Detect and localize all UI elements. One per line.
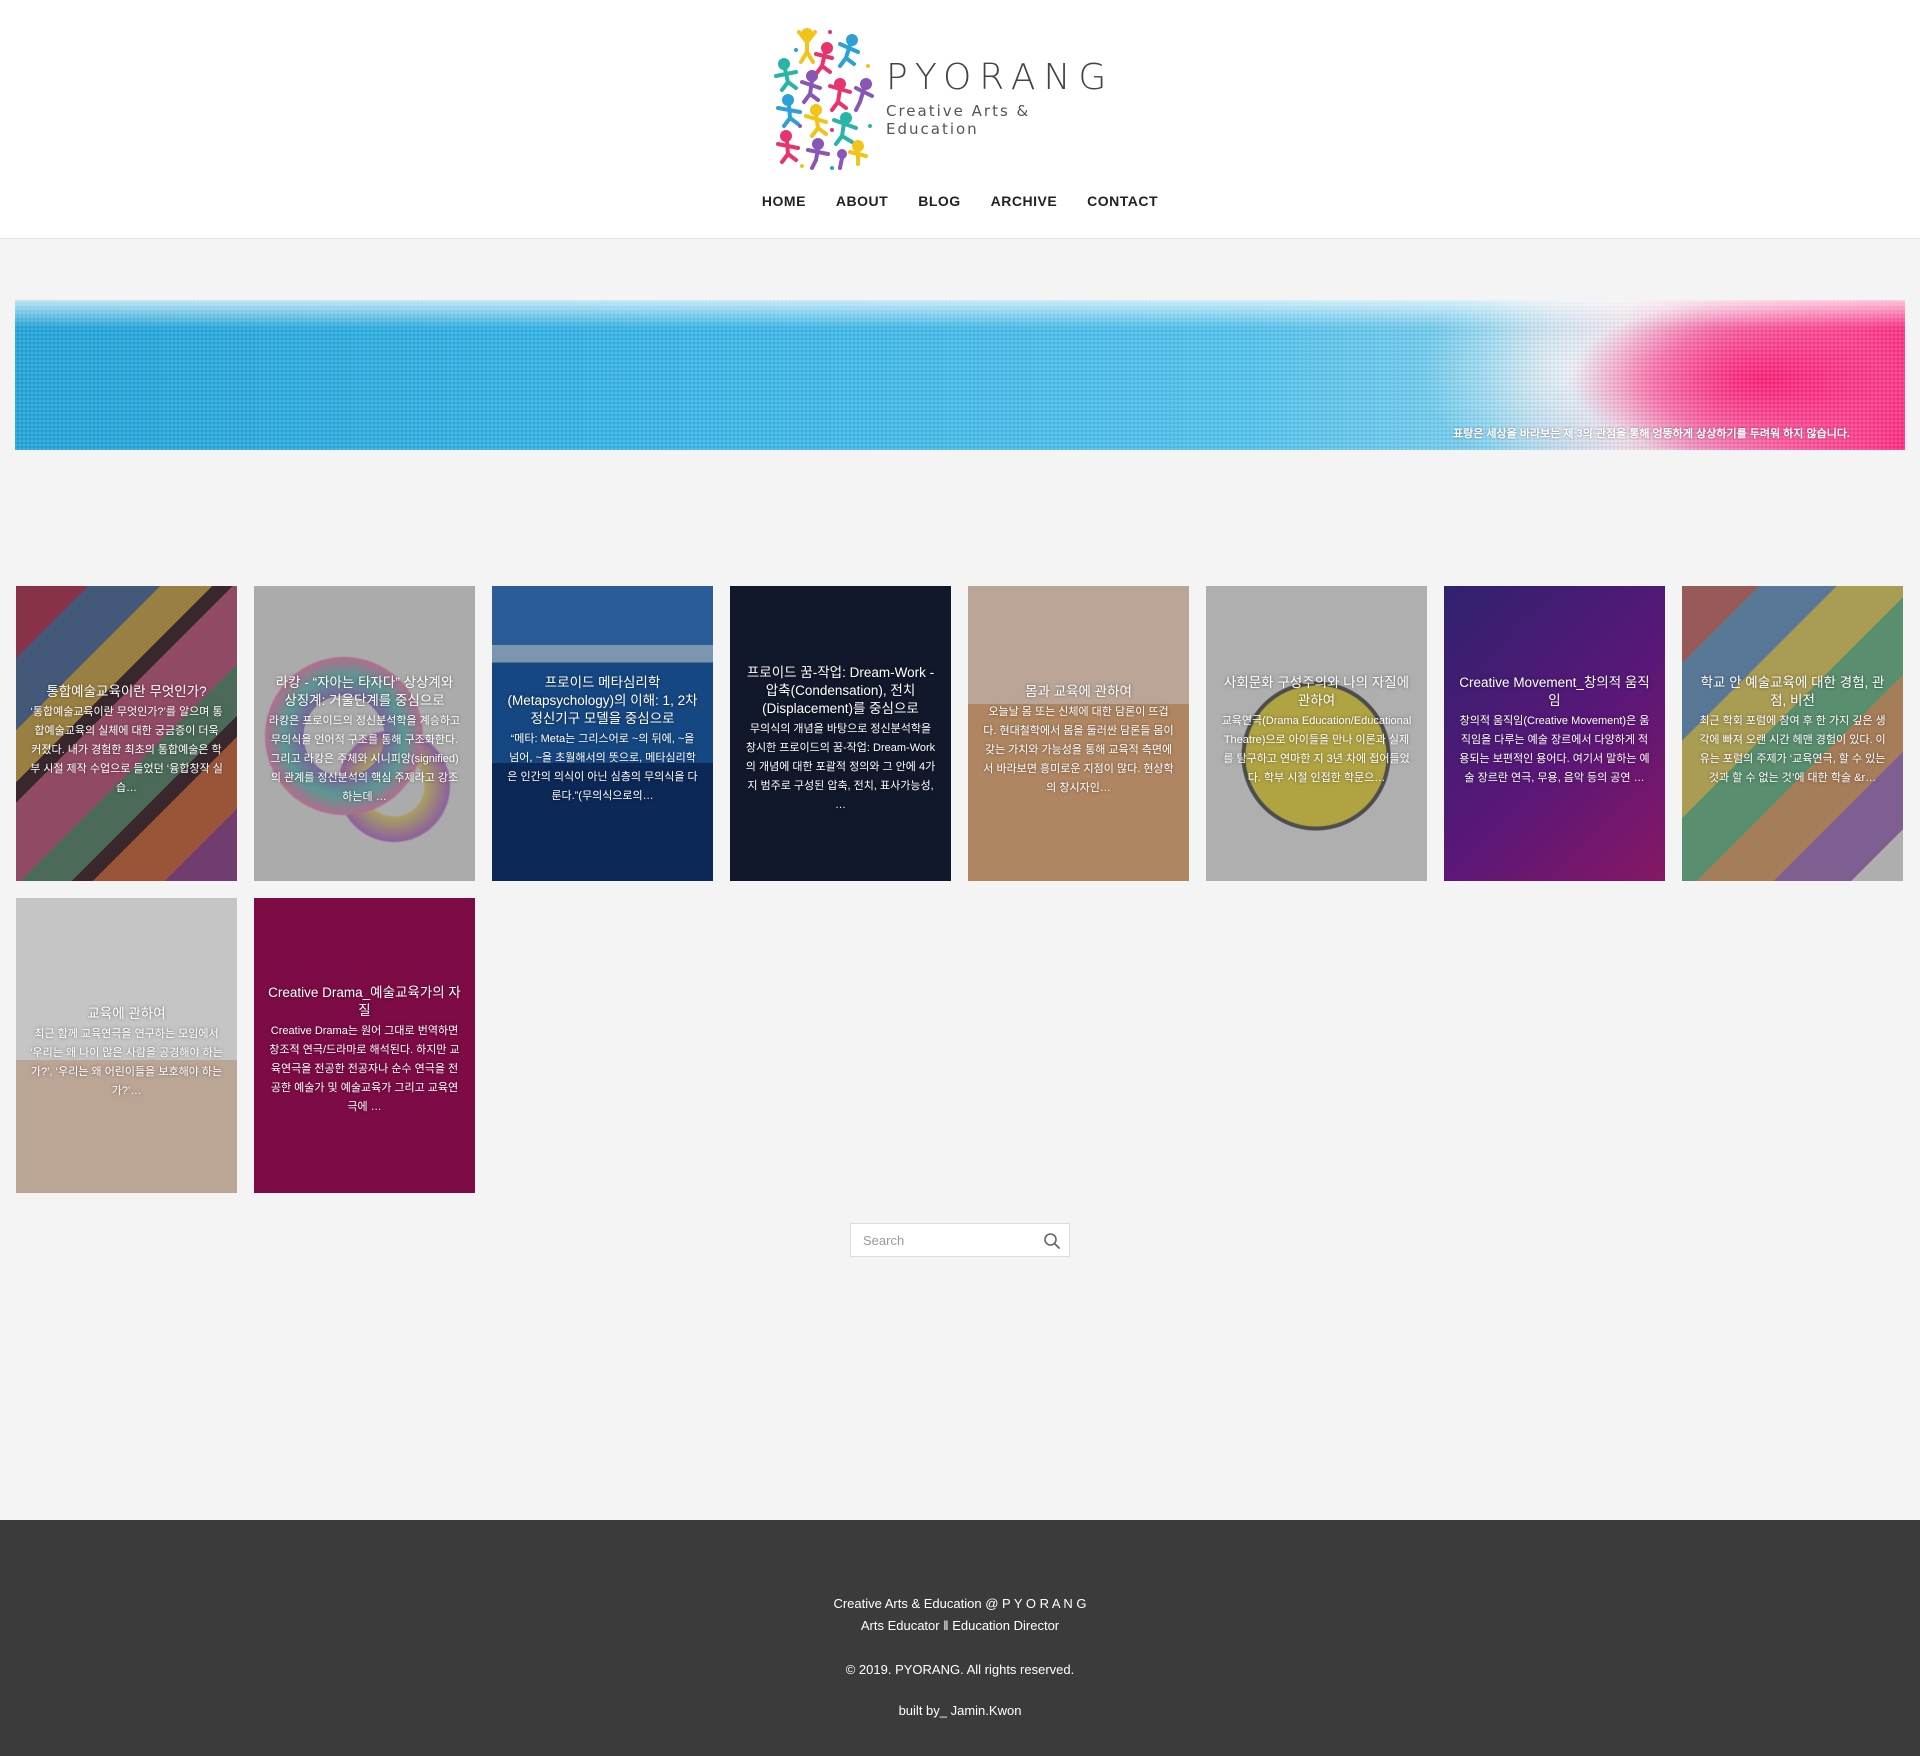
hero-banner: 표랑은 세상을 바라보는 제 3의 관점을 통해 엉뚱하게 상상하기를 두려워 …	[15, 300, 1905, 450]
post-card[interactable]: 학교 안 예술교육에 대한 경험, 관점, 비전 최근 학회 포럼에 참여 후 …	[1682, 586, 1903, 881]
footer-copyright: © 2019. PYORANG. All rights reserved.	[845, 1662, 1075, 1677]
post-card[interactable]: 사회문화 구성주의와 나의 자질에 관하여 교육연극(Drama Educati…	[1206, 586, 1427, 881]
post-text: 교육에 관하여 최근 함께 교육연극을 연구하는 모임에서 ‘우리는 왜 나이 …	[30, 1005, 223, 1101]
post-title: 통합예술교육이란 무엇인가?	[46, 684, 207, 699]
post-card[interactable]: 프로이드 꿈-작업: Dream-Work - 압축(Condensation)…	[730, 586, 951, 881]
post-text: Creative Drama_예술교육가의 자질 Creative Drama는…	[268, 984, 461, 1117]
post-card[interactable]: 프로이드 메타심리학(Metapsychology)의 이해: 1, 2차 정신…	[492, 586, 713, 881]
post-excerpt: 창의적 움직임(Creative Movement)은 움직임을 다루는 예술 …	[1459, 715, 1650, 784]
post-title: Creative Movement_창의적 움직임	[1459, 675, 1650, 708]
post-title: 프로이드 메타심리학(Metapsychology)의 이해: 1, 2차 정신…	[507, 675, 698, 726]
footer-roles: Arts Educator ‖ Education Director	[860, 1618, 1060, 1633]
footer-tagline: Creative Arts & Education @ P Y O R A N …	[833, 1596, 1087, 1611]
post-title: 학교 안 예술교육에 대한 경험, 관점, 비전	[1700, 675, 1885, 708]
post-text: Creative Movement_창의적 움직임 창의적 움직임(Creati…	[1458, 674, 1651, 788]
post-card[interactable]: 몸과 교육에 관하여 오늘날 몸 또는 신체에 대한 담론이 뜨겁다. 현대철학…	[968, 586, 1189, 881]
nav-about[interactable]: ABOUT	[821, 193, 903, 209]
post-text: 몸과 교육에 관하여 오늘날 몸 또는 신체에 대한 담론이 뜨겁다. 현대철학…	[982, 683, 1175, 798]
post-text: 사회문화 구성주의와 나의 자질에 관하여 교육연극(Drama Educati…	[1220, 674, 1413, 788]
post-card[interactable]: Creative Movement_창의적 움직임 창의적 움직임(Creati…	[1444, 586, 1665, 881]
site-logo[interactable]: PYORANG Creative Arts & Education	[772, 26, 1122, 171]
post-text: 통합예술교육이란 무엇인가? ‘통합예술교육이란 무엇인가?’를 알으며 통합예…	[30, 683, 223, 798]
post-title: 프로이드 꿈-작업: Dream-Work - 압축(Condensation)…	[746, 665, 935, 716]
search-icon[interactable]	[1043, 1232, 1061, 1250]
post-text: 라캉 - “자아는 타자다” 상상계와 상징계: 거울단계를 중심으로 라캉은 …	[268, 674, 461, 807]
main-nav: HOME ABOUT BLOG ARCHIVE CONTACT	[0, 193, 1920, 209]
search-box	[850, 1223, 1070, 1257]
post-excerpt: 무의식의 개념을 바탕으로 정신분석학을 창시한 프로이드의 꿈-작업: Dre…	[745, 723, 936, 811]
post-card[interactable]: Creative Drama_예술교육가의 자질 Creative Drama는…	[254, 898, 475, 1193]
logo-text: PYORANG Creative Arts & Education	[886, 56, 1122, 138]
post-excerpt: Creative Drama는 원어 그대로 번역하면 창조적 연극/드라마로 …	[269, 1025, 460, 1113]
nav-blog[interactable]: BLOG	[903, 193, 975, 209]
footer-credit: built by_ Jamin.Kwon	[898, 1703, 1022, 1718]
post-text: 프로이드 꿈-작업: Dream-Work - 압축(Condensation)…	[744, 664, 937, 815]
post-title: 사회문화 구성주의와 나의 자질에 관하여	[1223, 675, 1410, 708]
post-excerpt: 교육연극(Drama Education/Educational Theatre…	[1221, 715, 1412, 784]
post-title: 교육에 관하여	[87, 1006, 166, 1021]
post-title: 라캉 - “자아는 타자다” 상상계와 상징계: 거울단계를 중심으로	[275, 675, 454, 708]
post-excerpt: “메타: Meta는 그리스어로 ~의 뒤에, ~을 넘어, ~을 초월해서의 …	[507, 733, 698, 802]
post-excerpt: 라캉은 프로이드의 정신분석학을 계승하고 무의식을 언어적 구조를 통해 구조…	[268, 715, 461, 803]
logo-figures-icon	[774, 28, 874, 170]
nav-archive[interactable]: ARCHIVE	[976, 193, 1073, 209]
post-text: 프로이드 메타심리학(Metapsychology)의 이해: 1, 2차 정신…	[506, 674, 699, 806]
banner-caption: 표랑은 세상을 바라보는 제 3의 관점을 통해 엉뚱하게 상상하기를 두려워 …	[1453, 428, 1850, 440]
post-excerpt: 오늘날 몸 또는 신체에 대한 담론이 뜨겁다. 현대철학에서 몸을 둘러싼 담…	[983, 706, 1174, 794]
post-excerpt: 최근 학회 포럼에 참여 후 한 가지 깊은 생각에 빠져 오랜 시간 헤맨 경…	[1699, 715, 1886, 784]
site-header: PYORANG Creative Arts & Education HOME A…	[0, 0, 1920, 239]
logo-subtitle: Creative Arts & Education	[886, 101, 1031, 138]
post-title: Creative Drama_예술교육가의 자질	[268, 985, 461, 1018]
logo-name: PYORANG	[886, 56, 1115, 98]
post-title: 몸과 교육에 관하여	[1025, 684, 1132, 699]
post-card[interactable]: 라캉 - “자아는 타자다” 상상계와 상징계: 거울단계를 중심으로 라캉은 …	[254, 586, 475, 881]
post-text: 학교 안 예술교육에 대한 경험, 관점, 비전 최근 학회 포럼에 참여 후 …	[1696, 674, 1889, 788]
post-excerpt: ‘통합예술교육이란 무엇인가?’를 알으며 통합예술교육의 실체에 대한 궁금증…	[30, 706, 223, 794]
post-card[interactable]: 통합예술교육이란 무엇인가? ‘통합예술교육이란 무엇인가?’를 알으며 통합예…	[16, 586, 237, 881]
site-footer: Creative Arts & Education @ P Y O R A N …	[0, 1520, 1920, 1756]
search-input[interactable]	[851, 1224, 1031, 1256]
post-excerpt: 최근 함께 교육연극을 연구하는 모임에서 ‘우리는 왜 나이 많은 사람을 공…	[30, 1028, 223, 1097]
nav-home[interactable]: HOME	[747, 193, 821, 209]
post-card[interactable]: 교육에 관하여 최근 함께 교육연극을 연구하는 모임에서 ‘우리는 왜 나이 …	[16, 898, 237, 1193]
nav-contact[interactable]: CONTACT	[1072, 193, 1173, 209]
